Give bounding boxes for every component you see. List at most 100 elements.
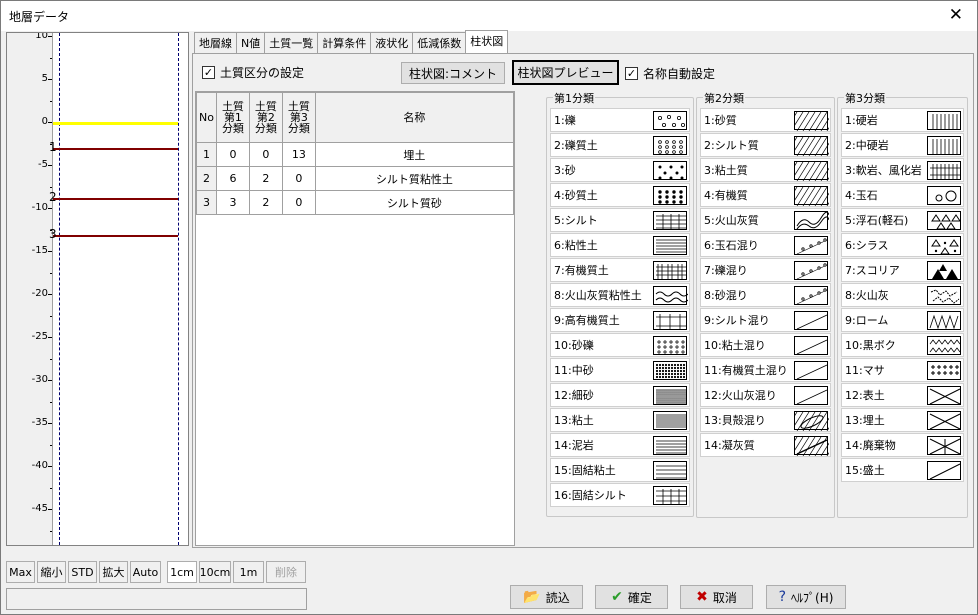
cell-no[interactable]: 1 [196, 142, 217, 167]
table-row[interactable]: 1 0 0 13 埋土 [196, 142, 514, 167]
cell-c1[interactable]: 6 [215, 166, 250, 191]
soil-category-item[interactable]: 7:スコリア [841, 258, 964, 282]
soil-category-item[interactable]: 6:玉石混り [700, 233, 831, 257]
zoom-button[interactable]: STD [68, 561, 97, 583]
read-button[interactable]: 📂 読込 [510, 585, 583, 609]
soil-category-item[interactable]: 12:細砂 [550, 383, 690, 407]
soil-category-label: 7:スコリア [845, 264, 900, 277]
soil-category-item[interactable]: 5:シルト [550, 208, 690, 232]
soil-category-item[interactable]: 7:礫混り [700, 258, 831, 282]
soil-category-item[interactable]: 10:粘土混り [700, 333, 831, 357]
soil-category-item[interactable]: 13:埋土 [841, 408, 964, 432]
soil-category-item[interactable]: 14:泥岩 [550, 433, 690, 457]
layer-boundary-line[interactable] [53, 197, 178, 200]
soil-category-item[interactable]: 2:シルト質 [700, 133, 840, 157]
soil-category-label: 10:黒ボク [845, 339, 896, 352]
table-row[interactable]: 2 6 2 0 シルト質粘性土 [196, 166, 514, 191]
soil-class-checkbox[interactable]: ✓ 土質区分の設定 [202, 64, 304, 81]
cell-name[interactable]: 埋土 [314, 142, 514, 167]
soil-category-item[interactable]: 12:火山灰混り [700, 383, 831, 407]
zoom-button[interactable]: Max [6, 561, 35, 583]
soil-category-item[interactable]: 3:軟岩、風化岩 [841, 158, 964, 182]
cell-name[interactable]: シルト質砂 [314, 190, 514, 215]
soil-category-item[interactable]: 1:硬岩 [841, 108, 964, 132]
soil-category-item[interactable]: 5:浮石(軽石) [841, 208, 964, 232]
soil-category-item[interactable]: 5:火山灰質 [700, 208, 831, 232]
soil-category-item[interactable]: 6:粘性土 [550, 233, 690, 257]
comment-button[interactable]: 柱状図:コメント [401, 62, 505, 84]
delete-button[interactable]: 削除 [266, 561, 306, 583]
tab-item[interactable]: 低減係数 [412, 32, 467, 53]
soil-category-item[interactable]: 13:粘土 [550, 408, 690, 432]
checkbox-box[interactable]: ✓ [202, 66, 215, 79]
step-button[interactable]: 10cm [199, 561, 231, 583]
preview-button[interactable]: 柱状図プレビュー [512, 60, 619, 85]
cancel-button[interactable]: ✖ 取消 [680, 585, 753, 609]
soil-category-item[interactable]: 11:中砂 [550, 358, 690, 382]
soil-category-item[interactable]: 7:有機質土 [550, 258, 690, 282]
help-button[interactable]: ? ﾍﾙﾌﾟ(H) [766, 585, 846, 609]
zoom-button[interactable]: 拡大 [99, 561, 128, 583]
ok-button[interactable]: ✔ 確定 [595, 585, 668, 609]
soil-category-item[interactable]: 9:ローム [841, 308, 964, 332]
stratum-plot[interactable]: 1 2 3 [49, 33, 188, 545]
soil-category-item[interactable]: 14:廃棄物 [841, 433, 964, 457]
tab-item[interactable]: 液状化 [370, 32, 414, 53]
soil-category-item[interactable]: 2:礫質土 [550, 133, 690, 157]
cell-c2[interactable]: 2 [248, 166, 283, 191]
layer-boundary-line[interactable] [53, 147, 178, 150]
zoom-button[interactable]: Auto [130, 561, 161, 583]
cell-no[interactable]: 3 [196, 190, 217, 215]
soil-category-item[interactable]: 1:砂質 [700, 108, 840, 132]
soil-category-item[interactable]: 15:固結粘土 [550, 458, 690, 482]
soil-category-item[interactable]: 4:有機質 [700, 183, 840, 207]
cell-c3[interactable]: 0 [281, 166, 316, 191]
layer-boundary-line[interactable] [53, 234, 178, 237]
cell-name[interactable]: シルト質粘性土 [314, 166, 514, 191]
tab-item[interactable]: 柱状図 [465, 30, 509, 53]
soil-category-item[interactable]: 4:玉石 [841, 183, 964, 207]
tab-item[interactable]: 地層線 [194, 32, 237, 53]
tab-item[interactable]: 計算条件 [317, 32, 372, 53]
soil-category-item[interactable]: 12:表土 [841, 383, 964, 407]
soil-category-label: 13:貝殻混り [704, 414, 766, 427]
soil-category-item[interactable]: 16:固結シルト [550, 483, 690, 507]
soil-category-item[interactable]: 13:貝殻混り [700, 408, 840, 432]
soil-category-item[interactable]: 11:有機質土混り [700, 358, 831, 382]
close-icon[interactable]: ✕ [949, 5, 963, 25]
soil-category-item[interactable]: 14:凝灰質 [700, 433, 840, 457]
soil-category-item[interactable]: 8:砂混り [700, 283, 831, 307]
soil-category-item[interactable]: 15:盛土 [841, 458, 964, 482]
cell-c2[interactable]: 2 [248, 190, 283, 215]
cell-c1[interactable]: 0 [215, 142, 250, 167]
tab-item[interactable]: N値 [236, 32, 266, 53]
diag-dots-pattern-icon [796, 262, 828, 279]
soil-category-item[interactable]: 6:シラス [841, 233, 964, 257]
soil-category-item[interactable]: 4:砂質土 [550, 183, 690, 207]
soil-category-item[interactable]: 3:砂 [550, 158, 690, 182]
depth-view[interactable]: 1050-5-10-15-20-25-30-35-40-45-50 123 [6, 32, 189, 546]
auto-name-checkbox[interactable]: ✓ 名称自動設定 [625, 65, 715, 82]
checkbox-box[interactable]: ✓ [625, 67, 638, 80]
step-button[interactable]: 1m [233, 561, 264, 583]
soil-category-item[interactable]: 3:粘土質 [700, 158, 840, 182]
table-row[interactable]: 3 3 2 0 シルト質砂 [196, 190, 514, 215]
cell-c3[interactable]: 0 [281, 190, 316, 215]
soil-category-item[interactable]: 10:砂礫 [550, 333, 690, 357]
soil-category-item[interactable]: 10:黒ボク [841, 333, 964, 357]
soil-category-item[interactable]: 1:礫 [550, 108, 690, 132]
tab-item[interactable]: 土質一覧 [264, 32, 319, 53]
cell-c3[interactable]: 13 [281, 142, 316, 167]
soil-category-item[interactable]: 9:シルト混り [700, 308, 831, 332]
diag-line-pattern-icon [796, 314, 828, 329]
cell-c2[interactable]: 0 [248, 142, 283, 167]
soil-category-item[interactable]: 9:高有機質土 [550, 308, 690, 332]
soil-category-item[interactable]: 8:火山灰質粘性土 [550, 283, 690, 307]
cell-no[interactable]: 2 [196, 166, 217, 191]
soil-category-item[interactable]: 2:中硬岩 [841, 133, 964, 157]
step-button[interactable]: 1cm [167, 561, 197, 583]
cell-c1[interactable]: 3 [215, 190, 250, 215]
soil-category-item[interactable]: 11:マサ [841, 358, 964, 382]
soil-category-item[interactable]: 8:火山灰 [841, 283, 964, 307]
zoom-button[interactable]: 縮小 [37, 561, 66, 583]
